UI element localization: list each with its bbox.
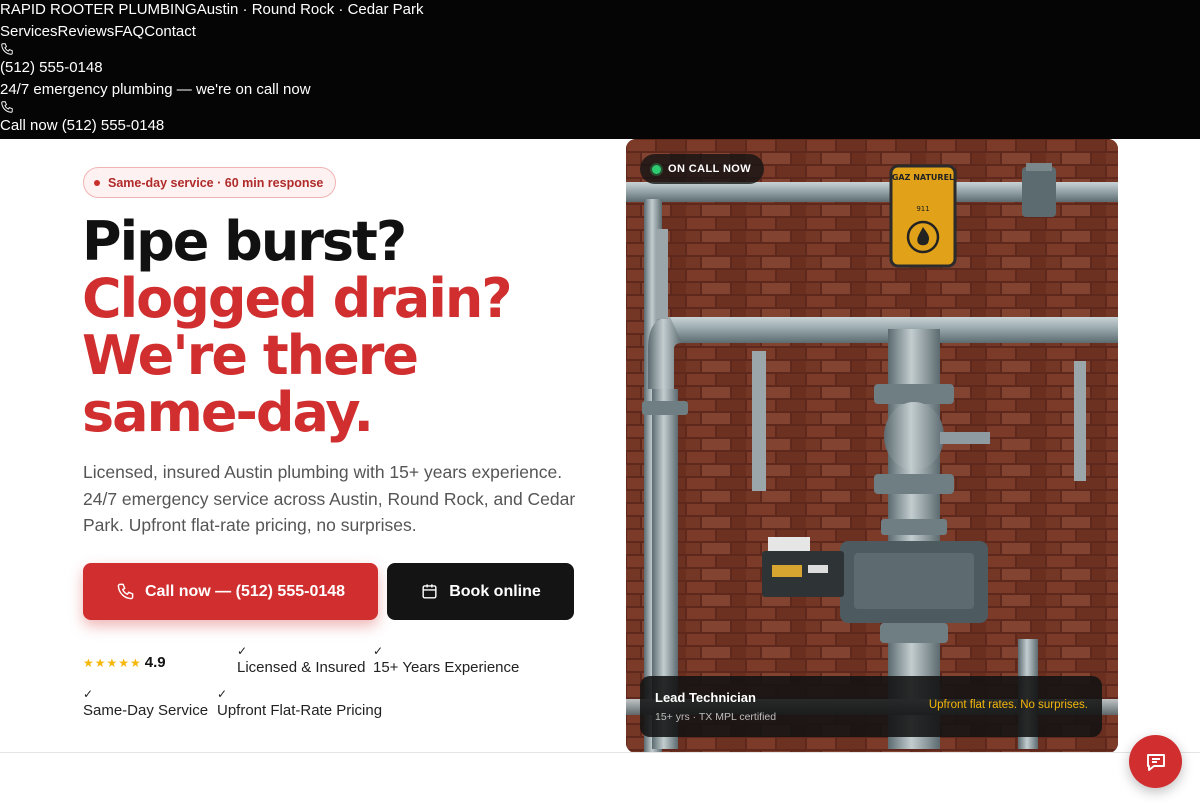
pipes-on-brick-wall-image: GAZ NATUREL 911: [626, 139, 1118, 753]
sign-text: GAZ NATUREL: [892, 173, 954, 182]
tech-title: Lead Technician: [655, 690, 756, 705]
tech-credentials: 15+ yrs · TX MPL certified: [655, 711, 777, 723]
calendar-icon: [422, 584, 437, 599]
headline-line-2: Clogged drain?: [82, 267, 513, 330]
book-online-button[interactable]: Book online: [387, 563, 574, 620]
nav-link-faq[interactable]: FAQ: [114, 23, 144, 40]
badge-dot: [94, 179, 100, 186]
nav-link-contact[interactable]: Contact: [144, 23, 196, 40]
brand-logo-text[interactable]: RAPID ROOTER PLUMBING: [0, 1, 197, 18]
same-day-badge: Same-day service · 60 min response: [83, 167, 337, 198]
nav-links: ServicesReviewsFAQContact: [0, 23, 196, 41]
badge-label: Same-day service · 60 min response: [108, 175, 324, 190]
brand-row: RAPID ROOTER PLUMBINGAustin · Round Rock…: [0, 1, 423, 19]
call-now-button[interactable]: Call now — (512) 555-0148: [83, 563, 378, 620]
lead-technician-card: Lead Technician 15+ yrs · TX MPL certifi…: [640, 676, 1102, 737]
phone-icon: [117, 583, 134, 600]
online-indicator-dot: [652, 164, 661, 174]
tech-promise: Upfront flat rates. No surprises.: [928, 699, 1088, 711]
chat-bubble-icon: [1146, 753, 1165, 771]
check-icon: ✓: [237, 644, 248, 658]
hero-photo: GAZ NATUREL 911 ON CALL NOW Lead Technic…: [626, 139, 1118, 753]
trust-item-same-day: ✓ Same-Day Service: [83, 688, 208, 719]
check-icon: ✓: [83, 687, 94, 701]
nav-phone-link[interactable]: (512) 555-0148: [0, 59, 103, 77]
headline-line-1: Pipe burst?: [82, 210, 407, 273]
nav-link-services[interactable]: Services: [0, 23, 58, 40]
trust-item-flat-rate: ✓ Upfront Flat-Rate Pricing: [217, 688, 382, 719]
hero-headline: Pipe burst? Clogged drain? We're there s…: [82, 213, 562, 441]
on-call-label: ON CALL NOW: [668, 163, 752, 175]
service-area: Austin · Round Rock · Cedar Park: [196, 1, 424, 18]
chat-button[interactable]: [1129, 735, 1182, 788]
on-call-status-pill: ON CALL NOW: [640, 154, 765, 184]
trust-item-experience: ✓ 15+ Years Experience: [373, 645, 519, 676]
rating-value: 4.9: [144, 654, 166, 671]
check-icon: ✓: [217, 687, 228, 701]
headline-line-3: We're there: [82, 324, 419, 387]
trust-item-label: Same-Day Service: [83, 702, 209, 719]
trust-item-licensed: ✓ Licensed & Insured: [237, 645, 365, 676]
nav-link-reviews[interactable]: Reviews: [58, 23, 115, 40]
book-online-button-label: Book online: [449, 582, 541, 600]
nav-call-now-link[interactable]: Call now (512) 555-0148: [0, 117, 164, 135]
headline-line-4: same-day.: [82, 381, 374, 444]
section-divider: [0, 752, 1200, 753]
check-icon: ✓: [373, 644, 384, 658]
trust-item-label: Upfront Flat-Rate Pricing: [217, 702, 383, 719]
rating: ★★★★★ 4.9: [83, 654, 166, 671]
top-navigation: RAPID ROOTER PLUMBINGAustin · Round Rock…: [0, 0, 1200, 139]
trust-item-label: Licensed & Insured: [237, 659, 366, 676]
emergency-text: 24/7 emergency plumbing — we're on call …: [0, 81, 311, 98]
trust-item-label: 15+ Years Experience: [373, 659, 520, 676]
call-now-button-label: Call now — (512) 555-0148: [144, 582, 346, 600]
star-rating-icons: ★★★★★: [83, 655, 142, 670]
hero-subtext: Licensed, insured Austin plumbing with 1…: [83, 462, 576, 535]
sign-number: 911: [916, 205, 929, 213]
